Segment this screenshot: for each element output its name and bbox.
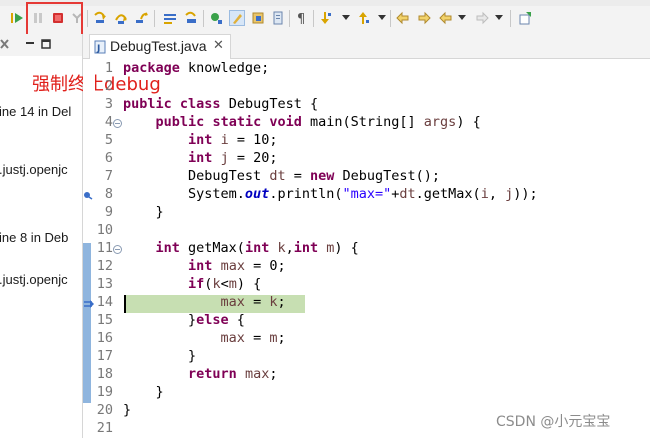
tab-label: DebugTest.java [110, 38, 207, 54]
code-line-1: package knowledge; [123, 60, 270, 76]
line-number: 21 [96, 420, 113, 436]
line-number: 2 [104, 78, 113, 94]
drop-to-frame-icon[interactable] [163, 11, 177, 25]
svg-text:J: J [96, 44, 100, 54]
line-number: 6 [104, 150, 113, 166]
line-number: 8 [104, 186, 113, 202]
editor-tabbar: J DebugTest.java ✕ [83, 34, 650, 59]
highlight-icon[interactable] [229, 10, 245, 26]
debug-range-indicator [83, 243, 91, 403]
process-label[interactable]: .justj.openjc [0, 272, 68, 287]
line-number: 17 [96, 348, 113, 364]
last-edit-icon[interactable] [396, 11, 410, 25]
close-icon[interactable]: ✕ [213, 38, 224, 53]
instruction-pointer-icon [84, 300, 94, 308]
line-number: 16 [96, 330, 113, 346]
minimize-icon[interactable] [25, 39, 35, 49]
resume-icon[interactable] [10, 11, 24, 25]
remove-all-terminated-icon[interactable] [0, 38, 10, 50]
code-line-18: return max; [188, 366, 278, 382]
debug-toolbar: ¶ [0, 0, 650, 35]
code-line-6: int j = 20; [188, 150, 278, 166]
annotation-ruler [83, 59, 95, 438]
line-number: 11 [96, 240, 113, 256]
toolbar-separator [390, 10, 391, 27]
tab-debugtest-java[interactable]: J DebugTest.java ✕ [89, 34, 231, 59]
code-line-15: }else { [123, 312, 245, 328]
debug-view-header [0, 34, 82, 56]
code-line-3: public class DebugTest { [123, 96, 319, 112]
line-number: 9 [104, 204, 113, 220]
back-icon[interactable] [439, 11, 453, 25]
line-number: 20 [96, 402, 113, 418]
watermark: CSDN @小元宝宝 [496, 414, 611, 430]
chevron-down-icon[interactable] [458, 15, 466, 20]
next-annotation-icon[interactable] [318, 11, 332, 25]
code-line-17: } [123, 348, 197, 364]
maximize-icon[interactable] [41, 39, 51, 49]
code-line-8: System.out.println("max="+dt.getMax(i, j… [123, 186, 538, 202]
line-number: 14 [96, 294, 113, 310]
line-number: 13 [96, 276, 113, 292]
toolbar-separator [154, 10, 155, 27]
pin-editor-icon[interactable] [518, 11, 532, 25]
line-number: 4 [104, 114, 113, 130]
line-number: 10 [96, 222, 113, 238]
line-number: 1 [104, 60, 113, 76]
line-number: 15 [96, 312, 113, 328]
code-line-12: int max = 0; [188, 258, 286, 274]
code-line-7: DebugTest dt = new DebugTest(); [123, 168, 441, 184]
code-editor[interactable]: package knowledge; public class DebugTes… [123, 59, 650, 438]
code-line-5: int i = 10; [188, 132, 278, 148]
collapse-method-icon[interactable] [113, 245, 122, 254]
java-file-icon: J [94, 40, 106, 54]
breakpoint-icon[interactable] [83, 191, 93, 200]
last-edit-forward-icon[interactable] [417, 11, 431, 25]
code-line-19: } [123, 384, 164, 400]
process-label[interactable]: .justj.openjc [0, 162, 68, 177]
line-number: 3 [104, 96, 113, 112]
toolbar-separator [289, 10, 290, 27]
previous-annotation-icon[interactable] [356, 11, 370, 25]
use-step-filters-icon[interactable] [184, 11, 198, 25]
chevron-down-icon[interactable] [342, 15, 350, 20]
step-over-icon[interactable] [114, 11, 128, 25]
toolbar-separator [203, 10, 204, 27]
show-whitespace-icon[interactable]: ¶ [295, 11, 309, 25]
collapse-method-icon[interactable] [113, 119, 122, 128]
code-line-16: max = m; [220, 330, 286, 346]
code-line-11: int getMax(int k,int m) { [155, 240, 359, 256]
line-number: 5 [104, 132, 113, 148]
step-into-icon[interactable] [93, 11, 107, 25]
chevron-down-icon[interactable] [378, 15, 386, 20]
menu-strip [0, 0, 650, 6]
toolbar-separator [510, 10, 511, 27]
code-line-14: max = k; [220, 294, 286, 310]
line-number: 12 [96, 258, 113, 274]
chevron-down-icon[interactable] [495, 15, 503, 20]
stack-frame-label[interactable]: ine 8 in Deb [0, 230, 68, 245]
toggle-mark-icon[interactable] [271, 11, 285, 25]
line-number: 7 [104, 168, 113, 184]
toolbar-separator [87, 10, 88, 27]
toolbar-separator [313, 10, 314, 27]
line-number: 18 [96, 366, 113, 382]
code-line-13: if(k<m) { [188, 276, 262, 292]
forward-icon[interactable] [475, 11, 489, 25]
code-line-9: } [123, 204, 164, 220]
code-line-20: } [123, 402, 132, 418]
line-number: 19 [96, 384, 113, 400]
svg-text:¶: ¶ [297, 12, 305, 25]
step-return-icon[interactable] [135, 11, 149, 25]
open-type-icon[interactable] [251, 11, 265, 25]
toggle-breakpoint-icon[interactable] [209, 11, 223, 25]
code-line-4: public static void main(String[] args) { [155, 114, 481, 130]
stack-frame-label[interactable]: ine 14 in Del [0, 104, 71, 119]
